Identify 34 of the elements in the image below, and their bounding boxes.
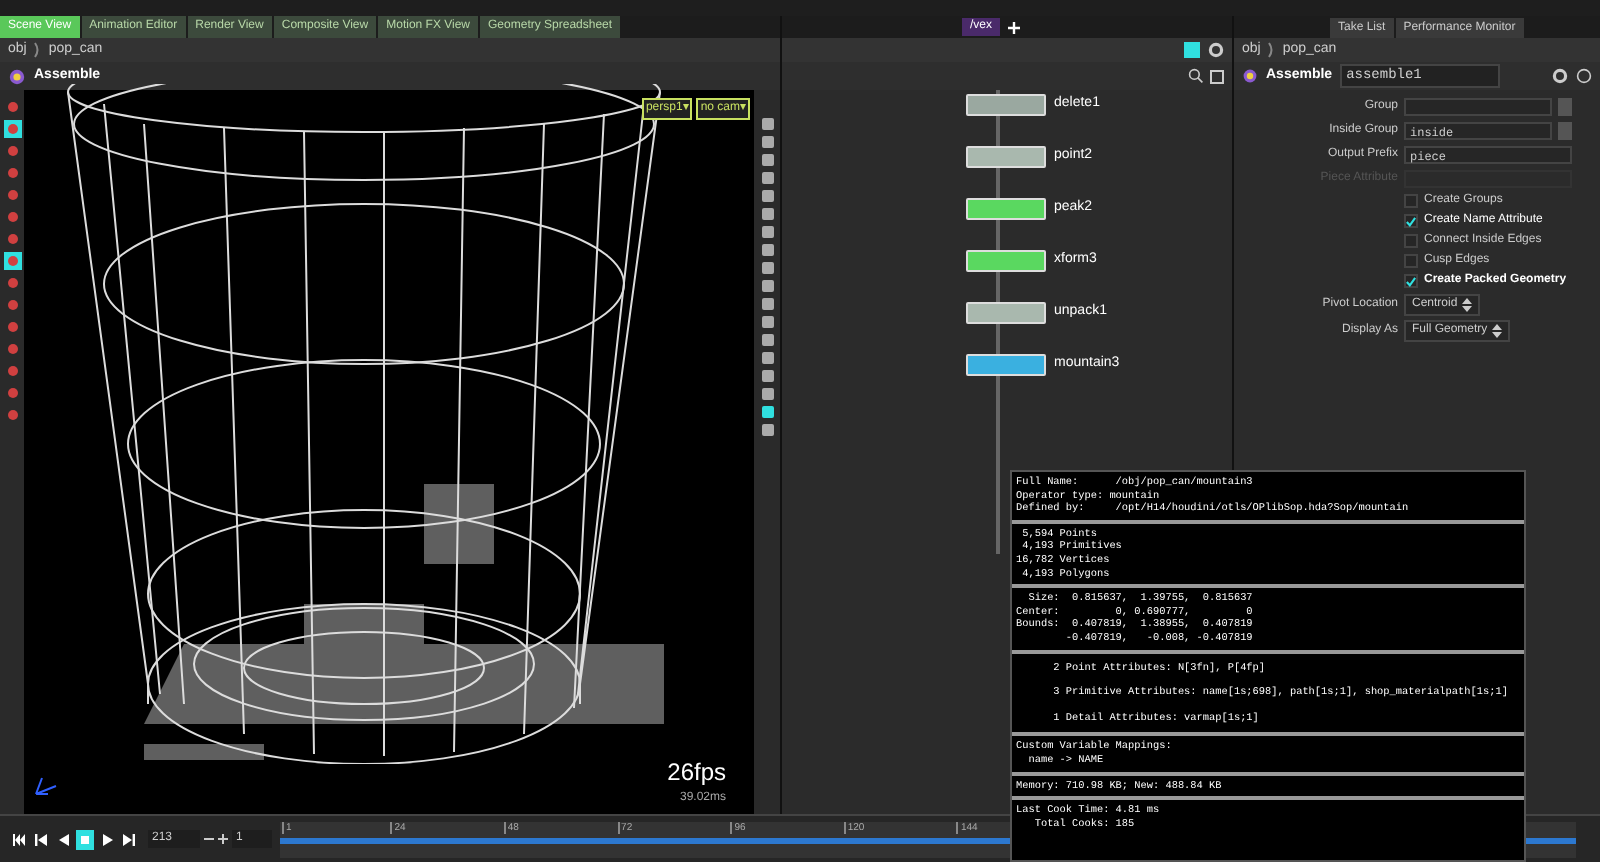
plus-icon[interactable] — [218, 834, 228, 844]
tool-button[interactable] — [3, 252, 21, 270]
path-separator-icon — [34, 42, 41, 58]
tool-button[interactable] — [3, 120, 21, 138]
search-icon[interactable] — [1188, 68, 1204, 84]
jump-start-icon[interactable] — [10, 829, 28, 849]
settings-icon[interactable] — [1208, 42, 1224, 58]
checkbox[interactable] — [1404, 214, 1418, 228]
step-forward-icon[interactable] — [120, 829, 138, 849]
node[interactable] — [966, 146, 1046, 168]
add-tab-icon[interactable] — [1008, 21, 1021, 33]
stop-icon[interactable] — [76, 829, 94, 849]
node-type-icon — [8, 67, 26, 85]
play-reverse-icon[interactable] — [54, 829, 72, 849]
settings-icon[interactable] — [1552, 68, 1568, 84]
step-back-icon[interactable] — [32, 829, 50, 849]
play-icon[interactable] — [98, 829, 116, 849]
fps-readout: 26fps — [667, 756, 726, 790]
checkbox[interactable] — [1404, 274, 1418, 288]
checkbox[interactable] — [1404, 234, 1418, 248]
node-type-icon — [1242, 68, 1258, 84]
checkbox[interactable] — [1404, 194, 1418, 208]
text-field[interactable] — [1404, 98, 1552, 116]
updown-arrow-icon — [1461, 297, 1472, 311]
updown-arrow-icon — [1491, 323, 1502, 337]
node[interactable] — [966, 354, 1046, 376]
path-separator-icon — [1268, 42, 1275, 58]
node[interactable] — [966, 250, 1046, 272]
node[interactable] — [966, 302, 1046, 324]
checkbox[interactable] — [1404, 254, 1418, 268]
minus-icon[interactable] — [204, 834, 214, 844]
node[interactable] — [966, 198, 1046, 220]
node[interactable] — [966, 94, 1046, 116]
axis-icon — [32, 774, 60, 798]
